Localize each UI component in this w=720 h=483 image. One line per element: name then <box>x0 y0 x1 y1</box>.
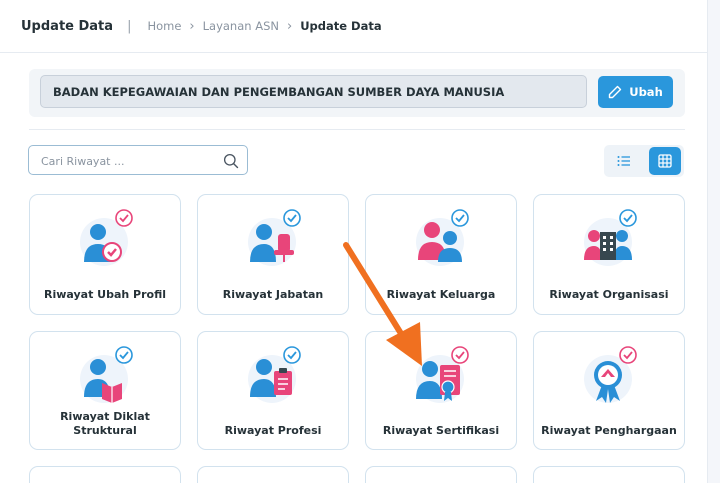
page-title: Update Data <box>21 18 114 34</box>
list-icon <box>617 156 630 166</box>
card-riwayat-sertifikasi[interactable]: Riwayat Sertifikasi <box>365 331 517 450</box>
breadcrumb-home[interactable]: Home <box>147 19 181 33</box>
search-icon[interactable] <box>223 153 239 169</box>
card-label: Riwayat Penghargaan <box>541 424 677 437</box>
card-partial-4[interactable] <box>533 466 685 483</box>
person-heart-icon <box>80 209 133 266</box>
card-riwayat-organisasi[interactable]: Riwayat Organisasi <box>533 194 685 315</box>
card-label: Riwayat Sertifikasi <box>382 424 500 437</box>
card-riwayat-ubah-profil[interactable]: Riwayat Ubah Profil <box>29 194 181 315</box>
list-view-button[interactable] <box>610 148 638 174</box>
person-chair-icon <box>248 209 301 266</box>
card-riwayat-diklat-struktural[interactable]: Riwayat Diklat Struktural <box>29 331 181 450</box>
edit-button[interactable]: Ubah <box>598 76 673 108</box>
breadcrumb-current: Update Data <box>300 19 382 33</box>
grid-icon <box>658 154 672 168</box>
title-separator: | <box>127 18 132 34</box>
search-box <box>28 145 248 175</box>
card-label: Riwayat Jabatan <box>222 288 324 301</box>
top-bar: Update Data | Home › Layanan ASN › Updat… <box>0 0 708 53</box>
card-label: Riwayat Ubah Profil <box>43 288 167 301</box>
organization-icon <box>584 209 637 266</box>
divider <box>29 129 685 130</box>
card-partial-3[interactable] <box>365 466 517 483</box>
breadcrumb-layanan-asn[interactable]: Layanan ASN <box>203 19 279 33</box>
chevron-right-icon: › <box>189 18 195 34</box>
family-icon <box>416 209 469 266</box>
card-label: Riwayat Keluarga <box>386 288 496 301</box>
search-input[interactable] <box>41 152 221 170</box>
card-riwayat-jabatan[interactable]: Riwayat Jabatan <box>197 194 349 315</box>
card-riwayat-keluarga[interactable]: Riwayat Keluarga <box>365 194 517 315</box>
card-label: Riwayat Organisasi <box>549 288 669 301</box>
card-riwayat-penghargaan[interactable]: Riwayat Penghargaan <box>533 331 685 450</box>
award-medal-icon <box>584 346 637 403</box>
pencil-icon <box>609 85 622 99</box>
card-label: Riwayat Diklat Struktural <box>60 410 150 437</box>
card-label: Riwayat Profesi <box>224 424 322 437</box>
chevron-right-icon: › <box>286 18 293 34</box>
organization-name-field: BADAN KEPEGAWAIAN DAN PENGEMBANGAN SUMBE… <box>40 75 587 108</box>
person-book-icon <box>80 346 133 403</box>
person-certificate-icon <box>416 346 469 403</box>
organization-row: BADAN KEPEGAWAIAN DAN PENGEMBANGAN SUMBE… <box>29 69 685 117</box>
person-briefcase-icon <box>248 346 301 403</box>
card-riwayat-profesi[interactable]: Riwayat Profesi <box>197 331 349 450</box>
edit-button-label: Ubah <box>629 85 663 99</box>
view-toggle <box>604 145 684 177</box>
card-partial-1[interactable] <box>29 466 181 483</box>
grid-view-button[interactable] <box>649 147 681 175</box>
card-partial-2[interactable] <box>197 466 349 483</box>
